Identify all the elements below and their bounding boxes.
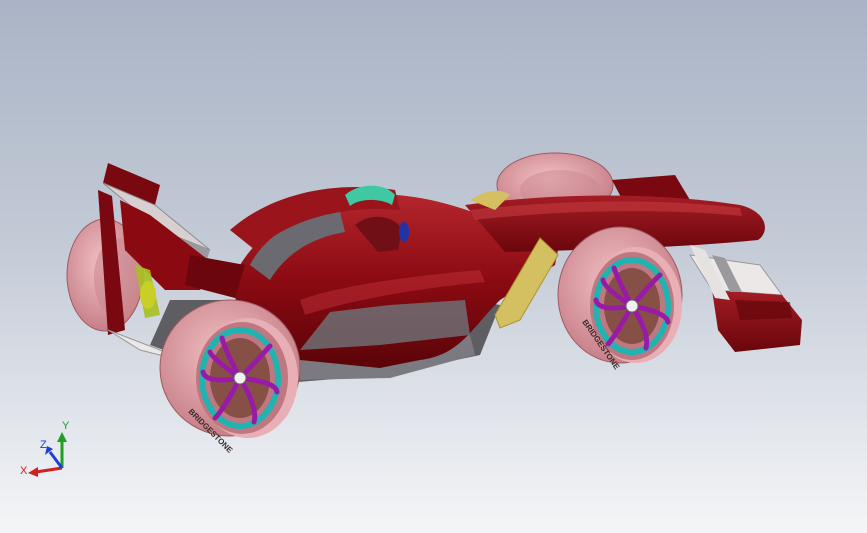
front-left-wheel: BRIDGESTONE (557, 226, 683, 372)
car-model-render[interactable]: BRIDGESTONE BRIDGESTONE Y X Z (0, 0, 867, 533)
x-axis-label: X (20, 465, 28, 477)
x-axis-line (35, 466, 63, 474)
y-axis-arrow (57, 432, 67, 442)
coordinate-triad: Y X Z (20, 420, 70, 477)
3d-viewport[interactable]: BRIDGESTONE BRIDGESTONE Y X Z (0, 0, 867, 533)
x-axis-arrow (28, 467, 38, 477)
z-axis-label: Z (40, 439, 47, 451)
z-axis-line (48, 451, 64, 469)
y-axis-label: Y (62, 420, 70, 432)
rear-right-wheel: BRIDGESTONE (159, 299, 301, 455)
